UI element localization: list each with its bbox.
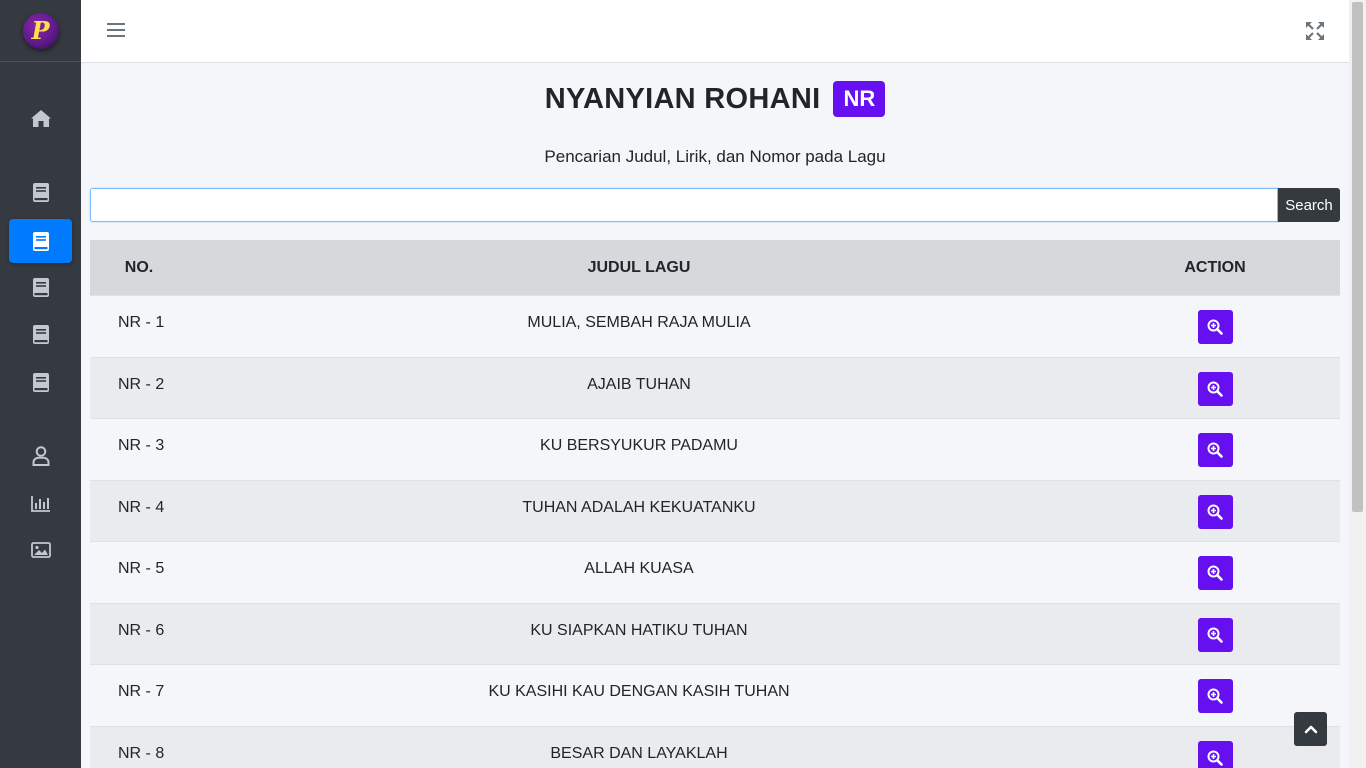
fullscreen-icon[interactable] <box>1306 22 1324 40</box>
song-number: NR - 2 <box>118 375 165 393</box>
view-song-button[interactable] <box>1197 679 1233 714</box>
sidebar-item-chart[interactable] <box>9 481 72 525</box>
song-number: NR - 7 <box>118 683 165 701</box>
table-row: NR - 6 KU SIAPKAN HATIKU TUHAN <box>90 602 1340 664</box>
sidebar-item-book-5[interactable] <box>9 360 72 404</box>
column-header-no: NO. <box>124 258 154 276</box>
view-song-button[interactable] <box>1197 740 1233 768</box>
zoom-in-icon <box>1207 381 1223 397</box>
back-to-top-button[interactable] <box>1294 712 1327 746</box>
view-song-button[interactable] <box>1197 371 1233 406</box>
table-header: NO. JUDUL LAGU ACTION <box>90 240 1340 295</box>
song-number: NR - 1 <box>118 314 165 332</box>
book-icon <box>32 231 49 251</box>
hamburger-menu-icon[interactable] <box>107 22 125 38</box>
title-badge: NR <box>833 81 886 117</box>
table-row: NR - 2 AJAIB TUHAN <box>90 356 1340 418</box>
song-title: TUHAN ADALAH KEKUATANKU <box>522 498 756 516</box>
song-number: NR - 8 <box>118 744 165 762</box>
table-row: NR - 8 BESAR DAN LAYAKLAH <box>90 725 1340 768</box>
view-song-button[interactable] <box>1197 617 1233 652</box>
page-title: NYANYIAN ROHANI <box>544 82 821 115</box>
app-logo[interactable]: P <box>22 12 59 49</box>
view-song-button[interactable] <box>1197 556 1233 591</box>
table-row: NR - 5 ALLAH KUASA <box>90 541 1340 603</box>
sidebar-item-book-4[interactable] <box>9 312 72 356</box>
song-number: NR - 4 <box>118 498 165 516</box>
sidebar-item-book-3[interactable] <box>9 265 72 309</box>
table-row: NR - 1 MULIA, SEMBAH RAJA MULIA <box>90 295 1340 357</box>
page-heading: NYANYIAN ROHANI NR <box>81 81 1349 117</box>
view-song-button[interactable] <box>1197 494 1233 529</box>
sidebar-item-user[interactable] <box>9 434 72 478</box>
song-title: KU BERSYUKUR PADAMU <box>540 437 738 455</box>
scrollbar-thumb[interactable] <box>1352 2 1363 512</box>
song-number: NR - 6 <box>118 621 165 639</box>
zoom-in-icon <box>1207 688 1223 705</box>
user-icon <box>32 446 49 466</box>
table-body: NR - 1 MULIA, SEMBAH RAJA MULIA NR - 2 A… <box>90 295 1340 768</box>
song-number: NR - 3 <box>118 437 165 455</box>
search-input[interactable] <box>90 188 1278 222</box>
zoom-in-icon <box>1207 627 1223 643</box>
song-title: KU KASIHI KAU DENGAN KASIH TUHAN <box>488 683 790 701</box>
zoom-in-icon <box>1207 319 1223 336</box>
view-song-button[interactable] <box>1197 310 1233 345</box>
song-number: NR - 5 <box>118 560 165 578</box>
zoom-in-icon <box>1207 504 1223 520</box>
zoom-in-icon <box>1207 442 1223 459</box>
table-row: NR - 4 TUHAN ADALAH KEKUATANKU <box>90 479 1340 541</box>
zoom-in-icon <box>1207 565 1223 582</box>
page-subtitle: Pencarian Judul, Lirik, dan Nomor pada L… <box>544 147 886 166</box>
search-bar: Search <box>90 188 1340 222</box>
image-icon <box>30 542 51 558</box>
sidebar-item-home[interactable] <box>9 96 72 140</box>
main-content: NYANYIAN ROHANI NR Pencarian Judul, Liri… <box>81 63 1349 768</box>
search-button[interactable]: Search <box>1278 188 1340 222</box>
chart-bar-icon <box>30 495 50 512</box>
song-title: MULIA, SEMBAH RAJA MULIA <box>527 314 751 332</box>
home-icon <box>30 109 51 127</box>
sidebar-item-book-1[interactable] <box>9 170 72 214</box>
songs-table: NO. JUDUL LAGU ACTION NR - 1 MULIA, SEMB… <box>90 240 1340 768</box>
column-header-action: ACTION <box>1184 258 1246 276</box>
sidebar-item-image[interactable] <box>9 528 72 572</box>
book-icon <box>32 324 49 344</box>
book-icon <box>32 182 49 202</box>
song-title: AJAIB TUHAN <box>587 375 691 393</box>
book-icon <box>32 277 49 297</box>
page-scrollbar[interactable] <box>1349 0 1366 768</box>
table-row: NR - 7 KU KASIHI KAU DENGAN KASIH TUHAN <box>90 664 1340 726</box>
table-row: NR - 3 KU BERSYUKUR PADAMU <box>90 418 1340 480</box>
column-header-title: JUDUL LAGU <box>587 258 691 276</box>
song-title: KU SIAPKAN HATIKU TUHAN <box>530 621 748 639</box>
top-navbar <box>81 0 1349 63</box>
sidebar-item-book-2[interactable] <box>9 219 72 263</box>
view-song-button[interactable] <box>1197 433 1233 468</box>
sidebar: P <box>0 0 81 768</box>
song-title: BESAR DAN LAYAKLAH <box>550 744 728 762</box>
zoom-in-icon <box>1207 750 1223 766</box>
logo-letter: P <box>31 15 50 45</box>
book-icon <box>32 372 49 392</box>
brand: P <box>0 0 81 62</box>
song-title: ALLAH KUASA <box>584 560 694 578</box>
chevron-up-icon <box>1304 725 1317 734</box>
